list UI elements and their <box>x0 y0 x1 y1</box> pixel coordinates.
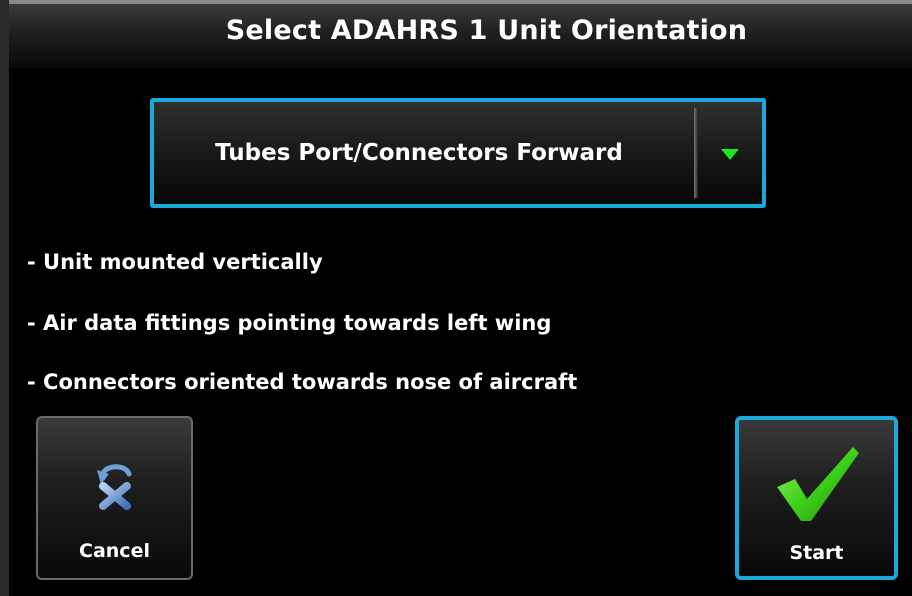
orientation-dropdown-value: Tubes Port/Connectors Forward <box>215 140 623 166</box>
page-title: Select ADAHRS 1 Unit Orientation <box>225 14 748 46</box>
description-line-1: - Unit mounted vertically <box>27 250 323 274</box>
cancel-undo-icon <box>96 464 131 510</box>
cancel-button[interactable]: Cancel <box>36 416 193 580</box>
title-bar: Select ADAHRS 1 Unit Orientation <box>9 0 912 68</box>
description-line-3: - Connectors oriented towards nose of ai… <box>27 370 578 394</box>
start-button[interactable]: Start <box>735 416 898 580</box>
triangle-down-icon <box>721 148 739 160</box>
dropdown-arrow-button[interactable] <box>698 102 762 204</box>
description-line-2: - Air data fittings pointing towards lef… <box>27 311 552 335</box>
cancel-button-label: Cancel <box>79 540 150 562</box>
checkmark-icon <box>776 447 859 521</box>
start-button-label: Start <box>789 542 844 564</box>
screen: Select ADAHRS 1 Unit Orientation Tubes P… <box>0 0 912 596</box>
orientation-dropdown[interactable]: Tubes Port/Connectors Forward <box>150 98 766 208</box>
